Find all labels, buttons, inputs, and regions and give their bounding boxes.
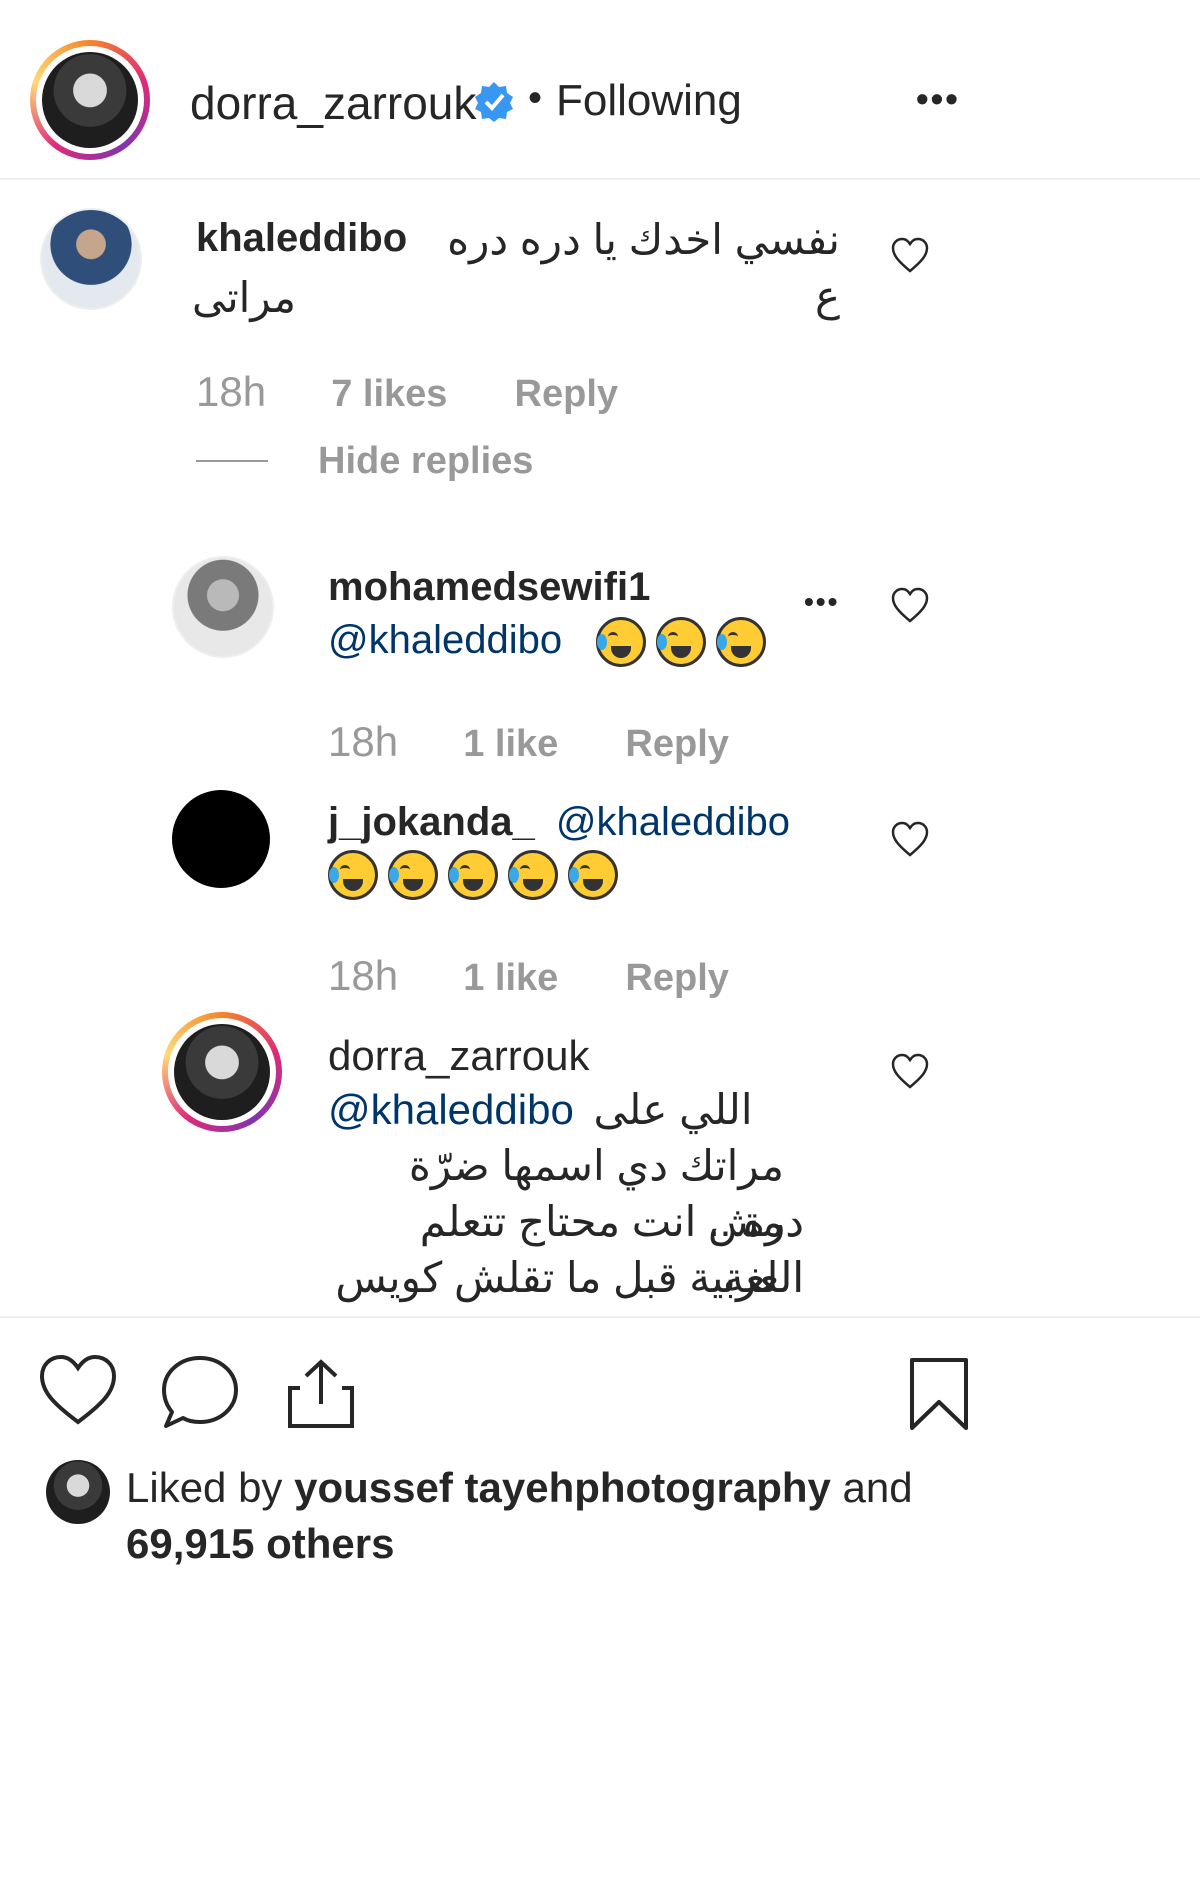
header-divider	[0, 178, 1200, 180]
story-ring[interactable]	[162, 1012, 282, 1132]
story-ring[interactable]	[30, 40, 150, 160]
comment-likes[interactable]: 7 likes	[331, 373, 447, 415]
laughing-emoji-icon	[328, 850, 378, 900]
reply-time[interactable]: 18h	[328, 718, 398, 765]
reply-more-options-icon[interactable]: •••	[804, 586, 839, 618]
reply-mention[interactable]: @khaleddibo	[556, 800, 790, 844]
comment-bubble-icon[interactable]	[160, 1354, 240, 1430]
reply-reply-button[interactable]: Reply	[625, 957, 728, 999]
reply-meta: 18h 1 like Reply	[328, 718, 729, 766]
reply-text-fragment: اللي على	[593, 1086, 753, 1133]
actions-divider	[0, 1316, 1200, 1318]
laughing-emoji-icon	[596, 617, 647, 668]
header-separator: •	[528, 76, 543, 120]
reply-text-line1: @khaleddibo اللي على	[328, 1082, 753, 1138]
laughing-emoji-icon	[448, 850, 498, 900]
liked-by-avatar[interactable]	[46, 1460, 110, 1524]
comment-meta: 18h 7 likes Reply	[196, 368, 618, 416]
liked-by-text: Liked by youssef tayehphotography and 69…	[126, 1460, 926, 1572]
reply-emojis	[328, 850, 628, 900]
like-heart-icon[interactable]	[38, 1354, 118, 1426]
laughing-emoji-icon	[568, 850, 618, 900]
liked-by-prefix: Liked by	[126, 1464, 283, 1511]
verified-badge-icon	[475, 82, 513, 122]
reply-likes[interactable]: 1 like	[463, 957, 558, 999]
reply-reply-button[interactable]: Reply	[625, 723, 728, 765]
reply-avatar[interactable]	[172, 556, 274, 658]
reply-text: j_jokanda_ @khaleddibo	[328, 794, 790, 850]
like-reply-heart-icon[interactable]	[890, 1052, 930, 1092]
comment-avatar[interactable]	[40, 208, 142, 310]
like-reply-heart-icon[interactable]	[890, 586, 930, 626]
comment-time[interactable]: 18h	[196, 368, 266, 415]
reply-mention[interactable]: @khaleddibo	[328, 1086, 574, 1133]
like-comment-heart-icon[interactable]	[890, 236, 930, 276]
reply-avatar[interactable]	[172, 790, 270, 888]
laughing-emoji-icon	[388, 850, 438, 900]
like-reply-heart-icon[interactable]	[890, 820, 930, 860]
comment-username[interactable]: khaleddibo	[196, 216, 407, 261]
laughing-emoji-icon	[656, 617, 707, 668]
reply-text: @khaleddibo	[328, 612, 776, 668]
liked-by-others[interactable]: 69,915 others	[126, 1520, 395, 1567]
avatar	[42, 52, 138, 148]
laughing-emoji-icon	[716, 617, 767, 668]
comment-text-line2: مراتى	[191, 274, 296, 321]
laughing-emoji-icon	[508, 850, 558, 900]
reply-time[interactable]: 18h	[328, 952, 398, 999]
reply-text-line4: العربية قبل ما تقلش كويس	[335, 1254, 804, 1301]
reply-meta: 18h 1 like Reply	[328, 952, 729, 1000]
header-username[interactable]: dorra_zarrouk	[190, 76, 476, 130]
liked-by-user[interactable]: youssef tayehphotography	[294, 1464, 831, 1511]
hide-replies-line	[196, 460, 268, 462]
reply-username[interactable]: mohamedsewifi1	[328, 565, 650, 610]
reply-avatar	[174, 1024, 270, 1120]
more-options-icon[interactable]: •••	[916, 78, 960, 120]
following-button[interactable]: Following	[556, 76, 742, 126]
reply-likes[interactable]: 1 like	[463, 723, 558, 765]
comment-reply-button[interactable]: Reply	[515, 373, 618, 415]
share-icon[interactable]	[286, 1356, 356, 1430]
hide-replies-button[interactable]: Hide replies	[318, 440, 533, 483]
comment-text-line1: نفسي اخدك يا دره دره ع	[447, 216, 840, 319]
reply-username[interactable]: dorra_zarrouk	[328, 1032, 589, 1080]
save-bookmark-icon[interactable]	[908, 1356, 970, 1432]
liked-by-and: and	[842, 1464, 913, 1511]
reply-username[interactable]: j_jokanda_	[328, 800, 535, 844]
reply-mention[interactable]: @khaleddibo	[328, 618, 562, 662]
